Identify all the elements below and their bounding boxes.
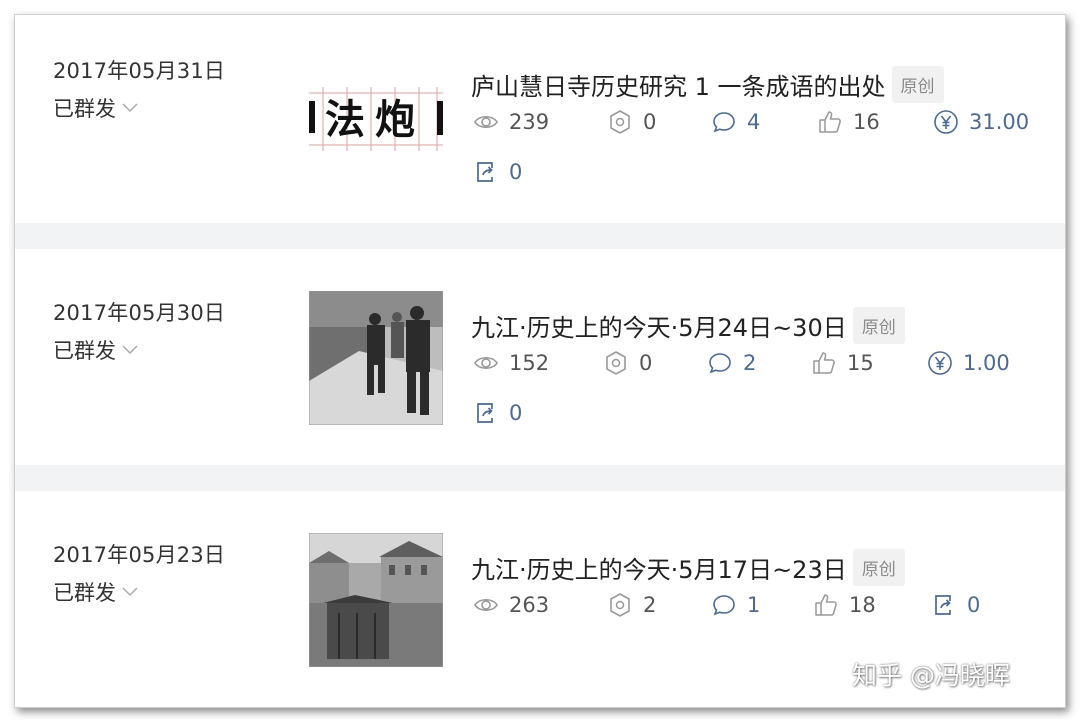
article-row[interactable]: 2017年05月31日 已群发 法炮 庐山慧日寺历史研究 1 一条成语的出处 原…	[15, 15, 1065, 223]
share-network-icon	[610, 110, 630, 134]
comment-icon	[713, 595, 735, 616]
reposts-count: 0	[509, 160, 523, 184]
reposts-count: 0	[509, 401, 523, 425]
street-photo-image	[309, 533, 443, 667]
comment-icon	[713, 112, 735, 133]
publish-date: 2017年05月30日	[53, 301, 226, 325]
original-badge: 原创	[852, 549, 905, 586]
yen-icon	[934, 110, 958, 134]
article-thumbnail[interactable]	[309, 533, 443, 667]
comments-stat[interactable]: 1	[711, 592, 760, 618]
status-dropdown[interactable]: 已群发	[53, 335, 138, 365]
chevron-down-icon	[122, 345, 138, 355]
status-dropdown[interactable]: 已群发	[53, 93, 138, 123]
reward-stat[interactable]: 31.00	[933, 109, 1029, 135]
publish-date: 2017年05月23日	[53, 543, 226, 567]
share-network-icon	[606, 351, 626, 375]
status-label: 已群发	[53, 97, 116, 121]
publish-date: 2017年05月31日	[53, 59, 226, 83]
chevron-down-icon	[122, 587, 138, 597]
share-network-icon	[610, 593, 630, 617]
title-line: 九江·历史上的今天·5月24日~30日 原创	[471, 307, 905, 344]
watermark: 知乎 @冯晓晖	[852, 661, 1010, 690]
article-title[interactable]: 九江·历史上的今天·5月17日~23日	[471, 550, 847, 585]
eye-icon	[474, 356, 498, 370]
comment-icon	[709, 353, 731, 374]
repost-icon	[477, 162, 493, 182]
reposts-count: 0	[967, 593, 981, 617]
article-thumbnail[interactable]	[309, 291, 443, 425]
status-label: 已群发	[53, 581, 116, 605]
shares-stat: 2	[607, 592, 656, 618]
eye-icon	[474, 115, 498, 129]
likes-count: 16	[853, 110, 880, 134]
soldiers-photo-image	[309, 291, 443, 425]
calligraphy-text: 法炮	[325, 96, 425, 143]
article-title[interactable]: 庐山慧日寺历史研究 1 一条成语的出处	[471, 67, 886, 102]
article-thumbnail[interactable]: 法炮	[309, 87, 443, 151]
views-count: 239	[509, 110, 550, 134]
article-row[interactable]: 2017年05月30日 已群发 九江·历史上的今天·5月24日~30日 原创 1…	[15, 249, 1065, 465]
comments-count: 1	[747, 593, 761, 617]
comments-count: 2	[743, 351, 757, 375]
yen-icon	[928, 351, 952, 375]
reposts-stat[interactable]: 0	[473, 400, 522, 426]
repost-icon	[477, 403, 493, 423]
reward-amount: 1.00	[963, 351, 1010, 375]
original-badge: 原创	[852, 307, 905, 344]
repost-icon	[935, 595, 951, 615]
likes-count: 18	[849, 593, 876, 617]
shares-count: 0	[643, 110, 657, 134]
shares-stat: 0	[607, 109, 656, 135]
likes-count: 15	[847, 351, 874, 375]
status-label: 已群发	[53, 339, 116, 363]
comments-stat[interactable]: 2	[707, 350, 756, 376]
likes-stat: 15	[811, 350, 874, 376]
chevron-down-icon	[122, 103, 138, 113]
article-list-frame: 2017年05月31日 已群发 法炮 庐山慧日寺历史研究 1 一条成语的出处 原…	[14, 14, 1066, 708]
reposts-stat[interactable]: 0	[473, 159, 522, 185]
comments-count: 4	[747, 110, 761, 134]
views-stat: 239	[473, 109, 549, 135]
eye-icon	[474, 598, 498, 612]
thumbs-up-icon	[815, 594, 837, 616]
calligraphy-thumbnail-image: 法炮	[309, 87, 443, 151]
shares-count: 0	[639, 351, 653, 375]
comments-stat[interactable]: 4	[711, 109, 760, 135]
views-stat: 263	[473, 592, 549, 618]
reward-stat[interactable]: 1.00	[927, 350, 1010, 376]
views-stat: 152	[473, 350, 549, 376]
reward-amount: 31.00	[969, 110, 1030, 134]
article-title[interactable]: 九江·历史上的今天·5月24日~30日	[471, 308, 847, 343]
title-line: 九江·历史上的今天·5月17日~23日 原创	[471, 549, 905, 586]
thumbs-up-icon	[813, 352, 835, 374]
shares-stat: 0	[603, 350, 652, 376]
thumbs-up-icon	[819, 111, 841, 133]
status-dropdown[interactable]: 已群发	[53, 577, 138, 607]
likes-stat: 18	[813, 592, 876, 618]
reposts-stat[interactable]: 0	[931, 592, 980, 618]
likes-stat: 16	[817, 109, 880, 135]
views-count: 152	[509, 351, 550, 375]
title-line: 庐山慧日寺历史研究 1 一条成语的出处 原创	[471, 66, 944, 103]
original-badge: 原创	[891, 66, 944, 103]
shares-count: 2	[643, 593, 657, 617]
views-count: 263	[509, 593, 550, 617]
